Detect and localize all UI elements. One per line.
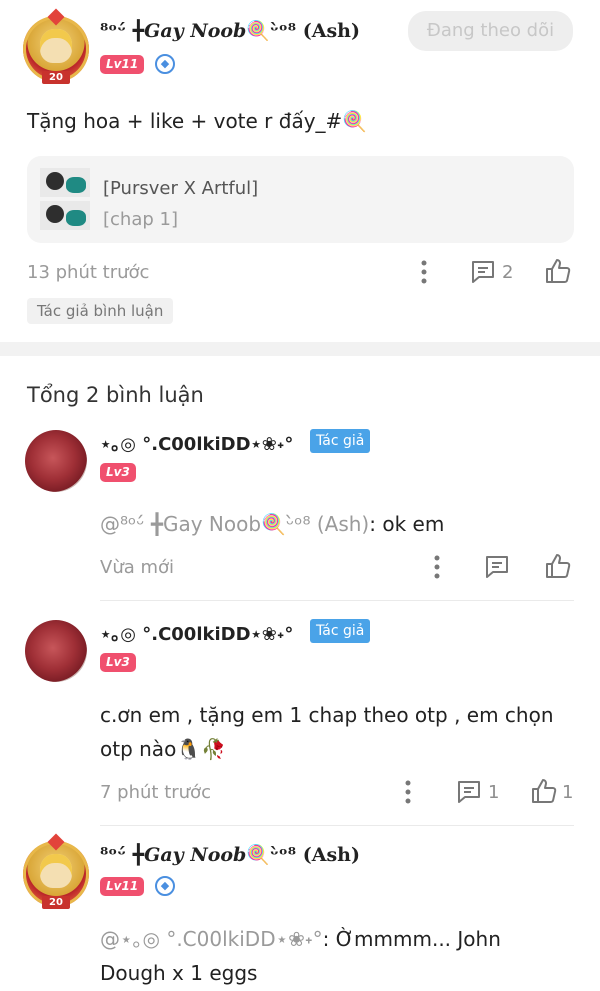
post-author-name[interactable]: ⁸ᵒᵕ́ ╋Gay Noob🍭ᵕ̀ᵒ⁸ (Ash) bbox=[100, 19, 360, 42]
lollipop-emoji: 🍭 bbox=[246, 20, 271, 42]
story-thumbnail-bottom bbox=[40, 201, 90, 230]
post-author-avatar[interactable]: 20 bbox=[23, 8, 89, 84]
section-divider bbox=[0, 342, 600, 356]
lollipop-emoji: 🍭 bbox=[246, 844, 271, 866]
mention-link[interactable]: @⁸ᵒᵕ́ ╋Gay Noob🍭ᵕ̀ᵒ⁸ (Ash) bbox=[100, 512, 369, 536]
comment-author-avatar[interactable] bbox=[25, 620, 87, 682]
comment-text: @⁸ᵒᵕ́ ╋Gay Noob🍭ᵕ̀ᵒ⁸ (Ash): ok em bbox=[100, 507, 444, 541]
name-decoration-left: ⁸ᵒᵕ́ ╋ bbox=[100, 20, 145, 42]
story-thumbnail-top bbox=[40, 168, 90, 197]
author-badge: Tác giả bbox=[310, 429, 371, 453]
story-reference-card[interactable]: [Pursver X Artful] [chap 1] bbox=[27, 156, 574, 243]
comment-author-avatar[interactable]: 20 bbox=[23, 833, 89, 909]
level-badge: Lv3 bbox=[100, 463, 136, 482]
reply-icon[interactable] bbox=[455, 778, 483, 806]
verified-icon: ◆ bbox=[155, 876, 175, 896]
like-icon[interactable] bbox=[543, 256, 573, 286]
level-badge: Lv11 bbox=[100, 877, 145, 896]
author-badge: Tác giả bbox=[310, 619, 371, 643]
comment-author-name[interactable]: ⋆｡◎ °.C00lkiDD⋆❀˖° bbox=[100, 620, 293, 646]
avatar-crown bbox=[47, 8, 65, 26]
author-comment-tag: Tác giả bình luận bbox=[27, 298, 174, 324]
level-badge: Lv11 bbox=[100, 55, 145, 74]
name-main: Gay Noob bbox=[144, 844, 247, 866]
name-decoration-right: ᵕ̀ᵒ⁸ bbox=[270, 844, 297, 866]
mention-link[interactable]: @⋆｡◎ °.C00lkiDD⋆❀˖° bbox=[100, 927, 323, 951]
avatar-ribbon: 20 bbox=[42, 896, 70, 909]
reply-count: 1 bbox=[488, 782, 500, 803]
comments-total-title: Tổng 2 bình luận bbox=[27, 383, 204, 407]
comment-body: : Ờmmmm... John bbox=[322, 927, 501, 951]
comment-text-line-2: Dough x 1 eggs bbox=[100, 961, 258, 985]
verified-icon: ◆ bbox=[155, 54, 175, 74]
avatar-crown bbox=[47, 833, 65, 851]
like-icon[interactable] bbox=[529, 776, 559, 806]
comment-author-name[interactable]: ⋆｡◎ °.C00lkiDD⋆❀˖° bbox=[100, 430, 293, 456]
like-count: 1 bbox=[562, 782, 574, 803]
name-decoration-left: ⁸ᵒᵕ́ ╋ bbox=[100, 844, 145, 866]
comment-author-avatar[interactable] bbox=[25, 430, 87, 492]
comment-divider bbox=[100, 825, 574, 826]
avatar-ribbon: 20 bbox=[42, 71, 70, 84]
story-title: [Pursver X Artful] bbox=[103, 178, 259, 199]
name-main: Gay Noob bbox=[144, 20, 247, 42]
following-button[interactable]: Đang theo dõi bbox=[408, 11, 573, 51]
name-decoration-right: ᵕ̀ᵒ⁸ bbox=[270, 20, 297, 42]
like-icon[interactable] bbox=[543, 551, 573, 581]
chapter-label: [chap 1] bbox=[103, 209, 178, 230]
comment-text-line-1: @⋆｡◎ °.C00lkiDD⋆❀˖°: Ờmmmm... John bbox=[100, 922, 501, 956]
reply-icon[interactable] bbox=[483, 553, 511, 581]
post-timestamp: 13 phút trước bbox=[27, 262, 150, 283]
comment-count: 2 bbox=[502, 262, 514, 283]
comment-timestamp: 7 phút trước bbox=[100, 782, 211, 803]
more-options-icon[interactable] bbox=[396, 778, 420, 806]
name-suffix: (Ash) bbox=[302, 20, 360, 42]
name-suffix: (Ash) bbox=[302, 844, 360, 866]
comment-icon[interactable] bbox=[469, 258, 497, 286]
more-options-icon[interactable] bbox=[425, 553, 449, 581]
avatar-face bbox=[40, 29, 72, 63]
level-badge: Lv3 bbox=[100, 653, 136, 672]
comment-divider bbox=[100, 600, 574, 601]
comment-text-line-1: c.ơn em , tặng em 1 chap theo otp , em c… bbox=[100, 703, 554, 727]
comment-timestamp: Vừa mới bbox=[100, 557, 175, 578]
comment-author-name[interactable]: ⁸ᵒᵕ́ ╋Gay Noob🍭ᵕ̀ᵒ⁸ (Ash) bbox=[100, 843, 360, 866]
comment-text-line-2: otp nào🐧🥀 bbox=[100, 737, 227, 761]
avatar-face bbox=[40, 854, 72, 888]
comment-body: : ok em bbox=[369, 512, 445, 536]
post-text: Tặng hoa + like + vote r đấy_#🍭 bbox=[27, 109, 368, 133]
more-options-icon[interactable] bbox=[412, 258, 436, 286]
